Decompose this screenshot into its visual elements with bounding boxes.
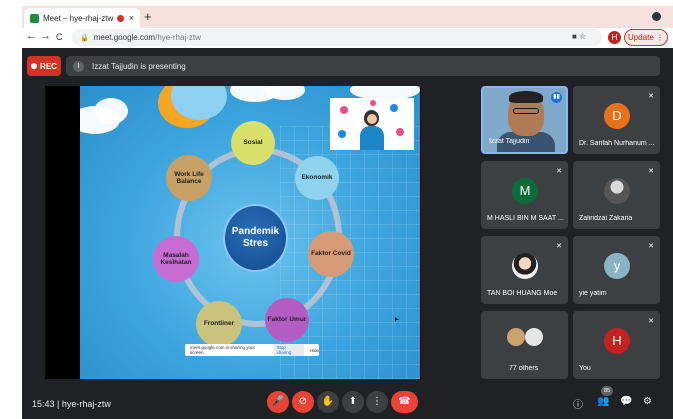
germ-icon [396, 128, 404, 136]
meeting-info-icon[interactable]: ⓘ [573, 396, 583, 411]
tab-close-icon[interactable]: × [129, 13, 134, 23]
participant-avatar: D [604, 103, 630, 129]
presenter-avatar: I [73, 60, 84, 72]
mic-off-icon: ✕ [648, 318, 654, 325]
mic-toggle-button[interactable]: 🎤 [267, 391, 289, 413]
node-faktor-umur: Faktor Umur [265, 298, 309, 342]
participant-avatar: y [604, 253, 630, 279]
rec-label: REC [40, 61, 57, 71]
speaking-indicator-icon: ▮▮ [551, 92, 562, 103]
others-count: 77 others [509, 365, 539, 372]
participant-tile[interactable]: ✕ Zaliridzai Zakaria [573, 161, 660, 229]
end-call-button[interactable]: ☎ [391, 391, 418, 413]
cloud-shape [94, 98, 128, 124]
participant-name: You [579, 365, 591, 372]
node-frontliner: Frontliner [196, 301, 242, 347]
participant-tile[interactable]: ✕ TAN BOI HUANG Moe [481, 236, 568, 304]
forward-button[interactable]: → [40, 30, 51, 42]
record-dot-icon [31, 63, 38, 69]
chat-icon[interactable]: 💬 [620, 396, 632, 407]
presenting-text: Izzat Tajjudin is presenting [92, 61, 186, 71]
shared-slide: Pandemik Stres Sosial Ekonomik Faktor Co… [80, 86, 420, 379]
others-avatar [507, 328, 525, 346]
participant-name: Dr. Sarifah Nurhanum ... [579, 140, 655, 147]
camera-glasses [513, 108, 539, 114]
lock-icon: 🔒 [80, 34, 89, 42]
mic-off-icon: ✕ [556, 243, 562, 250]
profile-avatar[interactable]: H [608, 31, 621, 44]
participant-name: Zaliridzai Zakaria [579, 215, 633, 222]
raise-hand-button[interactable]: ✋ [317, 391, 339, 413]
screen-share-bar: meet.google.com is sharing your screen. … [185, 344, 319, 356]
tab-title: Meet – hye-rhaj-ztw [43, 13, 114, 23]
meet-favicon-icon [30, 13, 39, 23]
person-face [367, 114, 377, 124]
node-masalah-kesihatan: Masalah Kesihatan [153, 236, 199, 282]
participant-avatar: M [512, 178, 538, 204]
url-host: meet.google.com [93, 33, 156, 42]
participant-avatar-photo [604, 178, 630, 204]
participant-tile-izzat[interactable]: ▮▮ Izzat Tajjudin [481, 86, 568, 154]
participant-tile[interactable]: ✕ D Dr. Sarifah Nurhanum ... [573, 86, 660, 154]
participant-tile[interactable]: ✕ M M HASLI BIN M SAAT ... [481, 161, 568, 229]
participant-name: M HASLI BIN M SAAT ... [487, 215, 564, 222]
tab-search-icon[interactable] [652, 12, 661, 21]
node-faktor-covid: Faktor Covid [308, 231, 354, 277]
participant-tile-self[interactable]: ✕ H You [573, 311, 660, 379]
reload-button[interactable]: C [56, 32, 63, 42]
camera-toggle-button[interactable]: ⊘ [292, 391, 314, 413]
browser-window: Meet – hye-rhaj-ztw × + ← → C 🔒 meet.goo… [0, 0, 673, 419]
meet-call-area: REC I Izzat Tajjudin is presenting Pande… [22, 48, 673, 419]
people-icon[interactable]: 👥 [597, 396, 609, 407]
share-text: meet.google.com is sharing your screen. [190, 345, 256, 355]
update-button[interactable]: Update ⋮ [624, 29, 668, 46]
more-options-button[interactable]: ⋮ [366, 391, 388, 413]
tab-meet[interactable]: Meet – hye-rhaj-ztw × [24, 8, 140, 28]
people-count-badge: 85 [601, 386, 613, 396]
germ-icon [338, 130, 346, 138]
center-node: Pandemik Stres [223, 204, 288, 272]
presentation-stage: Pandemik Stres Sosial Ekonomik Faktor Co… [45, 86, 421, 379]
participant-avatar-photo [512, 253, 538, 279]
mic-off-icon: ✕ [648, 168, 654, 175]
participant-name: yie yatim [579, 290, 607, 297]
others-avatar [525, 328, 543, 346]
camera-hair [509, 91, 543, 103]
node-ekonomik: Ekonomik [295, 156, 339, 200]
new-tab-button[interactable]: + [144, 9, 152, 24]
germ-icon [370, 100, 376, 106]
address-bar[interactable]: 🔒 meet.google.com /hye-rhaj-ztw [72, 29, 602, 46]
browser-toolbar: ← → C 🔒 meet.google.com /hye-rhaj-ztw ■ … [22, 28, 673, 48]
recording-indicator[interactable]: REC [27, 56, 61, 76]
person-body [360, 126, 384, 150]
participant-name: Izzat Tajjudin [489, 138, 530, 145]
participant-name: TAN BOI HUANG Moe [487, 290, 558, 297]
mic-off-icon: ✕ [556, 168, 562, 175]
virus-illustration [330, 98, 414, 150]
node-work-life-balance: Work Life Balance [166, 155, 212, 201]
presenting-banner: I Izzat Tajjudin is presenting [66, 56, 660, 76]
hide-button[interactable]: Hide [310, 348, 319, 353]
stop-sharing-button[interactable]: Stop sharing [273, 344, 304, 356]
back-button[interactable]: ← [26, 30, 37, 42]
node-sosial: Sosial [231, 121, 275, 165]
mic-off-icon: ✕ [648, 243, 654, 250]
present-button[interactable]: ⬆ [342, 391, 364, 413]
meet-control-bar: 15:43 | hye-rhaj-ztw 🎤 ⊘ ✋ ⬆ ⋮ ☎ ⓘ 85 👥 … [22, 386, 673, 419]
self-avatar: H [604, 328, 630, 354]
activities-icon[interactable]: ⚙ [643, 396, 652, 407]
recording-dot-icon [116, 14, 124, 22]
meeting-time-code: 15:43 | hye-rhaj-ztw [32, 399, 111, 409]
mic-off-icon: ✕ [648, 93, 654, 100]
germ-icon [340, 106, 348, 114]
tab-strip: Meet – hye-rhaj-ztw × + [22, 6, 673, 28]
participant-tile[interactable]: ✕ y yie yatim [573, 236, 660, 304]
camera-bookmark-icons[interactable]: ■ ☆ [572, 32, 586, 41]
germ-icon [390, 104, 398, 112]
url-path: /hye-rhaj-ztw [155, 33, 201, 42]
participant-tile-others[interactable]: 77 others [481, 311, 568, 379]
